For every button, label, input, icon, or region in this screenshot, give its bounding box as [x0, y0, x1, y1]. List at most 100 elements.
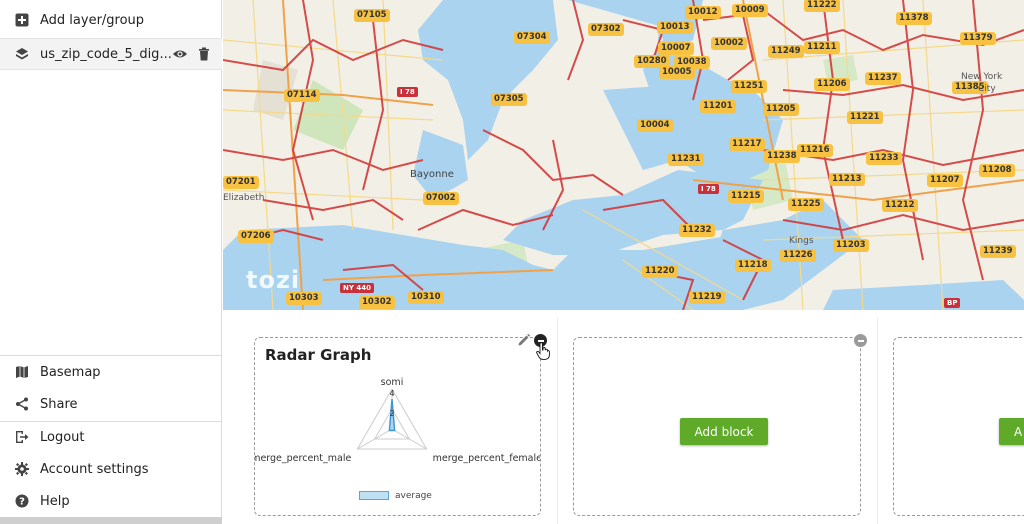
map-view[interactable]: 07105 07304 07302 10013 10012 10009 1122… [223, 0, 1024, 310]
zip-label[interactable]: 07002 [423, 192, 459, 205]
zip-label[interactable]: 11203 [833, 239, 869, 252]
add-block-button[interactable]: A [999, 418, 1024, 445]
zip-label[interactable]: 11222 [804, 0, 840, 12]
radar-graph-block[interactable]: Radar Graph 4 2 somi merge_percent_female me… [254, 333, 550, 516]
column-divider [557, 318, 558, 524]
layer-name: us_zip_code_5_dig... [40, 46, 172, 62]
zip-label[interactable]: 11219 [689, 291, 725, 304]
zip-label[interactable]: 11218 [735, 259, 771, 272]
plus-square-icon [14, 12, 30, 28]
gear-icon [14, 461, 30, 477]
sidebar-item-basemap[interactable]: Basemap [0, 356, 222, 388]
zip-label[interactable]: 11379 [960, 32, 996, 45]
zip-label[interactable]: 11226 [780, 249, 816, 262]
map-watermark: tozi [246, 266, 301, 294]
zip-label[interactable]: 11231 [668, 153, 704, 166]
legend-label: average [395, 491, 432, 501]
road-shield: I 78 [698, 184, 719, 194]
sidebar-item-logout[interactable]: Logout [0, 421, 222, 453]
share-icon [14, 396, 30, 412]
radar-tick-label: 4 [389, 389, 394, 398]
zip-label[interactable]: 11239 [980, 245, 1016, 258]
trash-icon[interactable] [198, 47, 210, 65]
zip-label[interactable]: 11217 [729, 138, 765, 151]
layers-icon [14, 46, 30, 62]
zip-label[interactable]: 07105 [354, 9, 390, 22]
zip-label[interactable]: 10310 [408, 291, 444, 304]
radar-tick-label: 2 [389, 409, 394, 418]
layer-item[interactable]: us_zip_code_5_dig... [0, 38, 222, 70]
block-title: Radar Graph [265, 346, 372, 364]
column-divider [877, 318, 878, 524]
zip-label[interactable]: 07201 [223, 176, 259, 189]
place-label: New York [961, 72, 1003, 82]
empty-block: A [893, 337, 1024, 516]
legend-swatch-average [359, 491, 389, 500]
radar-axis-label: merge_percent_male [255, 453, 352, 464]
zip-label[interactable]: 10012 [685, 6, 721, 19]
pencil-icon[interactable] [517, 332, 531, 351]
sidebar-item-help[interactable]: ? Help [0, 485, 222, 517]
radar-axis-label: somi [381, 377, 404, 388]
zip-label[interactable]: 11238 [764, 150, 800, 163]
place-label: Elizabeth [223, 193, 265, 203]
add-block-button[interactable]: Add block [680, 418, 768, 445]
zip-label[interactable]: 11225 [788, 198, 824, 211]
radar-axis-label: merge_percent_female [433, 453, 540, 464]
road-shield: BP [944, 298, 961, 308]
zip-label[interactable]: 10007 [658, 42, 694, 55]
zip-label[interactable]: 11216 [797, 144, 833, 157]
zip-label[interactable]: 11220 [642, 265, 678, 278]
zip-label[interactable]: 11237 [865, 72, 901, 85]
zip-label[interactable]: 10009 [732, 4, 768, 17]
zip-label[interactable]: 11201 [700, 100, 736, 113]
add-layer-button[interactable]: Add layer/group [0, 4, 222, 36]
sidebar-item-label: Share [40, 396, 78, 412]
sidebar-item-label: Logout [40, 429, 85, 445]
zip-label[interactable]: 10004 [637, 119, 673, 132]
zip-label[interactable]: 10002 [711, 37, 747, 50]
eye-icon[interactable] [172, 47, 188, 65]
map-canvas [223, 0, 1024, 310]
zip-label[interactable]: 11215 [728, 190, 764, 203]
zip-label[interactable]: 11249 [768, 45, 804, 58]
sidebar-item-account-settings[interactable]: Account settings [0, 453, 222, 485]
zip-label[interactable]: 10302 [359, 296, 395, 309]
zip-label[interactable]: 11206 [814, 78, 850, 91]
help-icon: ? [14, 493, 30, 509]
place-label: Bayonne [410, 169, 454, 180]
sidebar-item-share[interactable]: Share [0, 388, 222, 420]
zip-label[interactable]: 11205 [763, 103, 799, 116]
road-shield: I 78 [397, 87, 418, 97]
sidebar-item-label: Basemap [40, 364, 101, 380]
zip-label[interactable]: 07206 [238, 230, 274, 243]
zip-label[interactable]: 10005 [659, 66, 695, 79]
svg-text:?: ? [19, 497, 25, 508]
minus-circle-icon[interactable] [854, 334, 867, 347]
zip-label[interactable]: 11211 [804, 41, 840, 54]
zip-label[interactable]: 07114 [284, 89, 320, 102]
zip-label[interactable]: 11251 [731, 80, 767, 93]
map-icon [14, 364, 30, 380]
zip-label[interactable]: 07302 [588, 23, 624, 36]
zip-label[interactable]: 11208 [979, 164, 1015, 177]
empty-block: Add block [573, 334, 867, 516]
zip-label[interactable]: 11212 [882, 199, 918, 212]
zip-label[interactable]: 11221 [847, 111, 883, 124]
zip-label[interactable]: 11213 [829, 173, 865, 186]
zip-label[interactable]: 11207 [927, 174, 963, 187]
zip-label[interactable]: 11233 [866, 152, 902, 165]
zip-label[interactable]: 11378 [896, 12, 932, 25]
logout-icon [14, 429, 30, 445]
zip-label[interactable]: 07305 [491, 93, 527, 106]
sidebar-item-label: Account settings [40, 461, 149, 477]
sidebar-item-label: Help [40, 493, 70, 509]
place-label: Kings [789, 236, 814, 246]
sidebar-scrollbar[interactable] [0, 517, 222, 524]
hand-cursor-icon [536, 342, 550, 364]
zip-label[interactable]: 11232 [679, 224, 715, 237]
zip-label[interactable]: 07304 [514, 31, 550, 44]
zip-label[interactable]: 10013 [657, 21, 693, 34]
add-layer-label: Add layer/group [40, 12, 145, 28]
place-label: City [978, 84, 996, 94]
